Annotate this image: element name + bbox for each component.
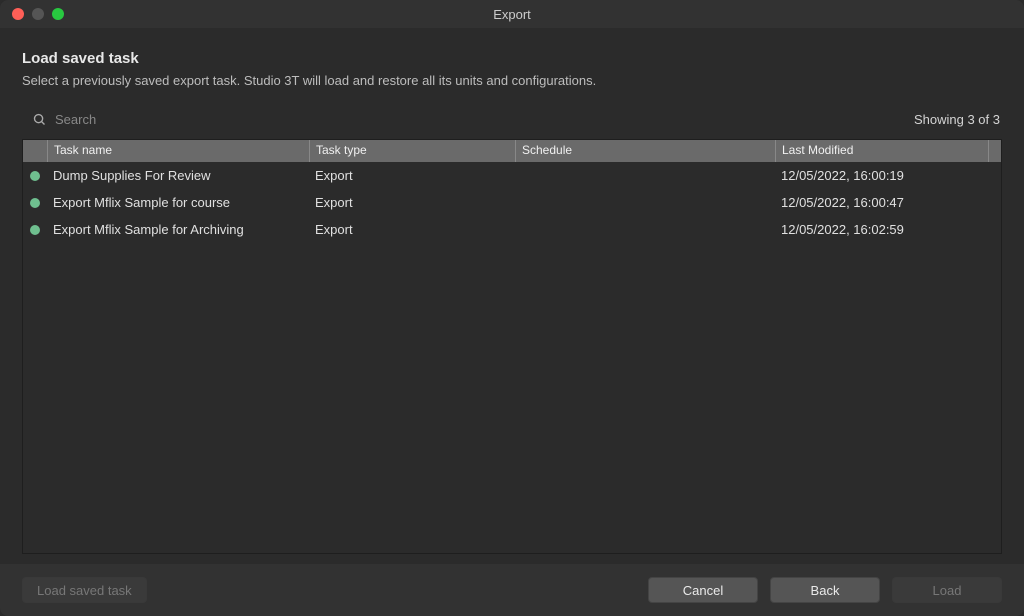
search-row: Showing 3 of 3 [0,106,1024,139]
task-type-cell: Export [309,195,515,210]
column-tail [988,140,1001,162]
table-body[interactable]: Dump Supplies For Review Export 12/05/20… [23,162,1001,553]
header: Load saved task Select a previously save… [0,28,1024,106]
column-task-name[interactable]: Task name [47,140,309,162]
page-description: Select a previously saved export task. S… [22,73,1002,88]
close-icon[interactable] [12,8,24,20]
column-status[interactable] [23,140,47,162]
last-modified-cell: 12/05/2022, 16:00:19 [775,168,1001,183]
load-button[interactable]: Load [892,577,1002,603]
traffic-lights [0,8,64,20]
table-row[interactable]: Dump Supplies For Review Export 12/05/20… [23,162,1001,189]
status-cell [23,171,47,181]
page-title: Load saved task [22,50,1002,67]
results-count: Showing 3 of 3 [914,112,1002,127]
window-title: Export [0,7,1024,22]
table-row[interactable]: Export Mflix Sample for course Export 12… [23,189,1001,216]
search-input[interactable] [55,112,355,127]
column-last-modified[interactable]: Last Modified [775,140,988,162]
task-name-cell: Export Mflix Sample for Archiving [47,222,309,237]
last-modified-cell: 12/05/2022, 16:02:59 [775,222,1001,237]
status-cell [23,198,47,208]
task-name-cell: Dump Supplies For Review [47,168,309,183]
search-area [32,112,914,127]
status-dot-icon [30,171,40,181]
maximize-icon[interactable] [52,8,64,20]
status-cell [23,225,47,235]
minimize-icon[interactable] [32,8,44,20]
column-schedule[interactable]: Schedule [515,140,775,162]
table-row[interactable]: Export Mflix Sample for Archiving Export… [23,216,1001,243]
footer: Load saved task Cancel Back Load [0,564,1024,616]
titlebar: Export [0,0,1024,28]
task-table: Task name Task type Schedule Last Modifi… [22,139,1002,554]
cancel-button[interactable]: Cancel [648,577,758,603]
task-type-cell: Export [309,168,515,183]
last-modified-cell: 12/05/2022, 16:00:47 [775,195,1001,210]
column-task-type[interactable]: Task type [309,140,515,162]
status-dot-icon [30,198,40,208]
task-name-cell: Export Mflix Sample for course [47,195,309,210]
search-icon [32,112,47,127]
task-type-cell: Export [309,222,515,237]
table-header: Task name Task type Schedule Last Modifi… [23,140,1001,162]
status-dot-icon [30,225,40,235]
load-saved-task-button[interactable]: Load saved task [22,577,147,603]
back-button[interactable]: Back [770,577,880,603]
export-window: Export Load saved task Select a previous… [0,0,1024,616]
